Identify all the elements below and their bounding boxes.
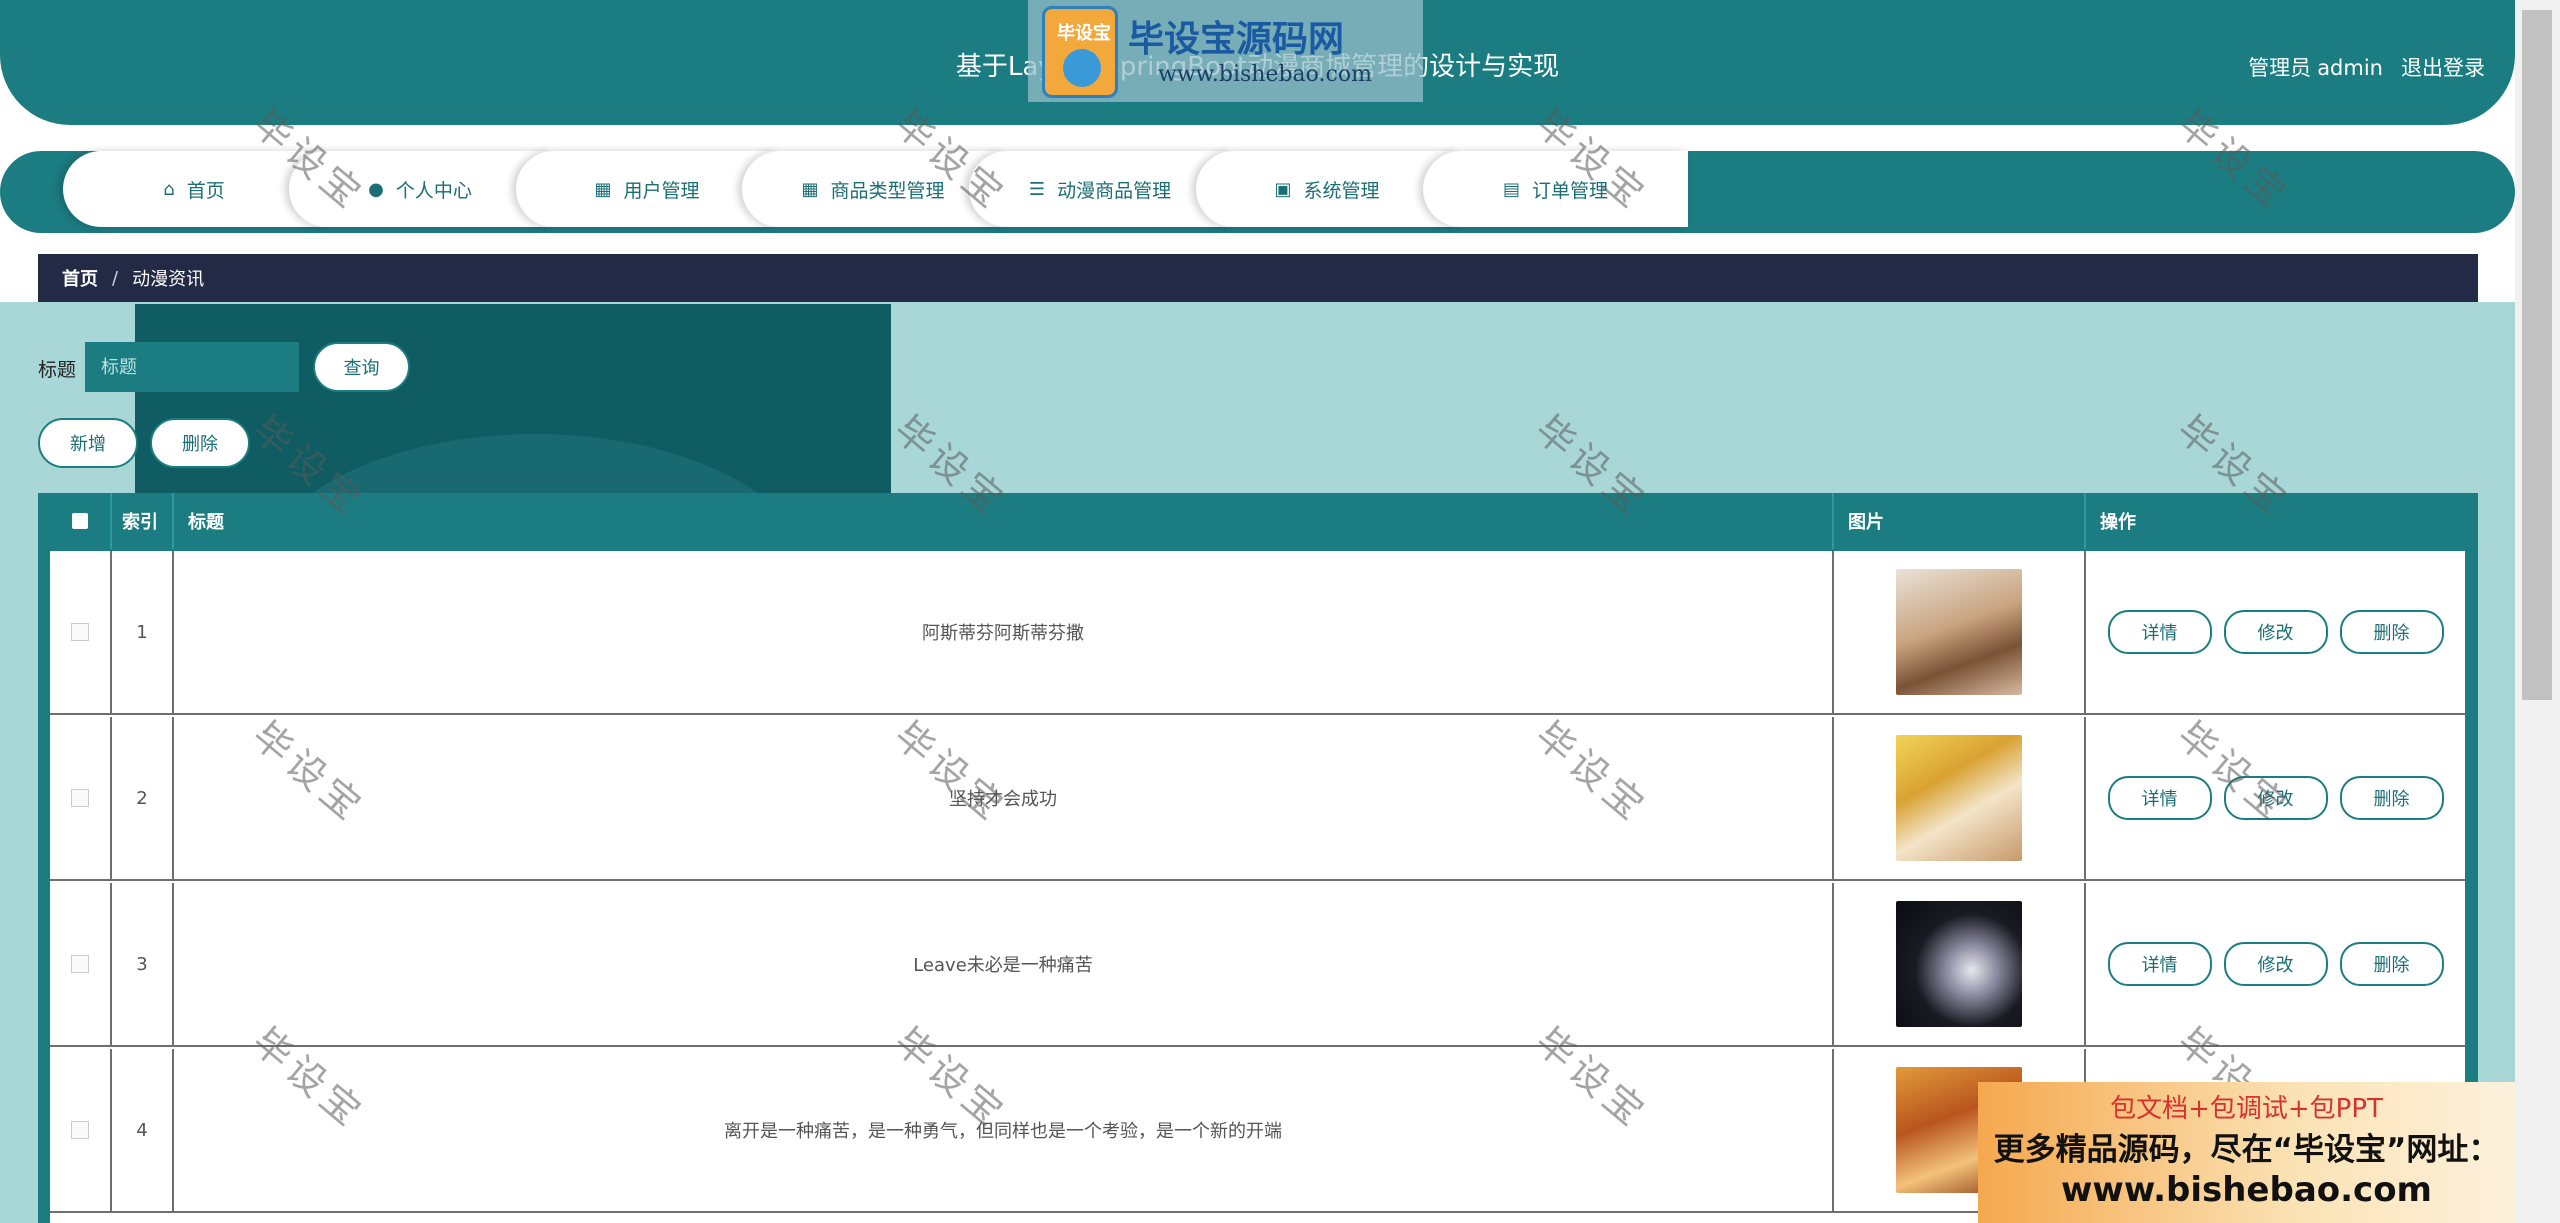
select-all-checkbox[interactable]: [72, 513, 88, 529]
promo-line-1: 包文档+包调试+包PPT: [2110, 1094, 2383, 1124]
edit-button[interactable]: 修改: [2223, 942, 2328, 986]
row-operations: 详情 修改 删除: [2086, 883, 2465, 1045]
product-thumbnail: [1896, 569, 2022, 695]
breadcrumb-separator: /: [112, 267, 119, 289]
globe-icon: [1063, 49, 1101, 87]
header-index: 索引: [112, 493, 174, 549]
header-select-cell: [50, 493, 112, 549]
edit-button[interactable]: 修改: [2223, 610, 2328, 654]
nav-item-label: 用户管理: [623, 179, 700, 202]
row-select-cell: [50, 551, 112, 713]
delete-button[interactable]: 删除: [2339, 610, 2444, 654]
batch-delete-button[interactable]: 删除: [150, 418, 250, 468]
nav-item-product-types[interactable]: ▦ 商品类型管理: [742, 151, 1004, 227]
nav-item-home[interactable]: ⌂ 首页: [63, 151, 325, 227]
nav-item-anime-products[interactable]: ☰ 动漫商品管理: [969, 151, 1231, 227]
breadcrumb-home[interactable]: 首页: [62, 265, 98, 291]
search-label: 标题: [38, 359, 77, 381]
nav-item-label: 动漫商品管理: [1057, 179, 1172, 202]
row-checkbox[interactable]: [71, 955, 89, 973]
detail-button[interactable]: 详情: [2107, 942, 2212, 986]
chat-icon: ▤: [1502, 178, 1520, 200]
row-operations: 详情 修改 删除: [2086, 717, 2465, 879]
table-header: 索引 标题 图片 操作: [50, 493, 2465, 549]
logo-badge-text: 毕设宝: [1057, 23, 1111, 44]
row-checkbox[interactable]: [71, 1121, 89, 1139]
scrollbar-thumb[interactable]: [2522, 10, 2552, 700]
delete-button[interactable]: 删除: [2339, 942, 2444, 986]
row-image-cell: [1834, 551, 2086, 713]
user-role: 管理员: [2248, 56, 2312, 80]
detail-button[interactable]: 详情: [2107, 610, 2212, 654]
breadcrumb: 首页 / 动漫资讯: [38, 254, 2478, 302]
table-row: 3 Leave未必是一种痛苦 详情 修改 删除: [50, 883, 2465, 1047]
row-title: 离开是一种痛苦，是一种勇气，但同样也是一个考验，是一个新的开端: [174, 1049, 1834, 1211]
promo-line-2: 更多精品源码，尽在“毕设宝”网址：: [1993, 1132, 2500, 1168]
home-icon: ⌂: [163, 178, 175, 200]
grid-icon: ▦: [801, 178, 819, 200]
logo-brand: 毕设宝源码网: [1128, 19, 1345, 60]
table-row: 2 坚持才会成功 详情 修改 删除: [50, 717, 2465, 881]
delete-button[interactable]: 删除: [2339, 776, 2444, 820]
decorative-panel: [135, 304, 891, 494]
header-title: 标题: [174, 493, 1834, 549]
row-index: 4: [112, 1049, 174, 1211]
row-checkbox[interactable]: [71, 623, 89, 641]
user-info: 管理员 admin 退出登录: [2242, 52, 2485, 82]
table-row: 1 阿斯蒂芬阿斯蒂芬撒 详情 修改 删除: [50, 551, 2465, 715]
row-title: 坚持才会成功: [174, 717, 1834, 879]
nav-item-orders[interactable]: ▤ 订单管理: [1423, 151, 1688, 227]
product-thumbnail: [1896, 735, 2022, 861]
nav-item-label: 系统管理: [1303, 179, 1380, 202]
header-image: 图片: [1834, 493, 2086, 549]
add-button[interactable]: 新增: [38, 418, 138, 468]
list-icon: ☰: [1028, 178, 1046, 200]
user-icon: ●: [368, 178, 384, 200]
username: admin: [2317, 56, 2383, 80]
row-image-cell: [1834, 883, 2086, 1045]
row-checkbox[interactable]: [71, 789, 89, 807]
promo-banner[interactable]: 包文档+包调试+包PPT 更多精品源码，尽在“毕设宝”网址： www.bishe…: [1978, 1082, 2515, 1223]
logo-url: www.bishebao.com: [1158, 62, 1372, 87]
promo-line-3: www.bishebao.com: [2061, 1170, 2432, 1210]
row-select-cell: [50, 1049, 112, 1211]
nav-item-system[interactable]: ▣ 系统管理: [1196, 151, 1458, 227]
nav-item-label: 商品类型管理: [830, 179, 945, 202]
query-button[interactable]: 查询: [313, 342, 410, 392]
grid-icon: ▦: [594, 178, 612, 200]
nav-item-profile[interactable]: ● 个人中心: [289, 151, 551, 227]
edit-button[interactable]: 修改: [2223, 776, 2328, 820]
breadcrumb-current: 动漫资讯: [132, 269, 205, 290]
wallet-icon: ▣: [1274, 178, 1292, 200]
row-index: 1: [112, 551, 174, 713]
row-index: 3: [112, 883, 174, 1045]
row-operations: 详情 修改 删除: [2086, 551, 2465, 713]
nav-item-label: 个人中心: [395, 179, 472, 202]
logo-badge: 毕设宝: [1042, 6, 1118, 98]
row-select-cell: [50, 717, 112, 879]
nav-item-label: 首页: [186, 179, 225, 202]
row-title: Leave未必是一种痛苦: [174, 883, 1834, 1045]
logout-link[interactable]: 退出登录: [2401, 56, 2485, 80]
row-title: 阿斯蒂芬阿斯蒂芬撒: [174, 551, 1834, 713]
title-search-input[interactable]: [85, 342, 299, 392]
nav-item-users[interactable]: ▦ 用户管理: [516, 151, 778, 227]
row-select-cell: [50, 883, 112, 1045]
product-thumbnail: [1896, 901, 2022, 1027]
header-operation: 操作: [2100, 512, 2136, 533]
row-image-cell: [1834, 717, 2086, 879]
detail-button[interactable]: 详情: [2107, 776, 2212, 820]
nav-item-label: 订单管理: [1532, 179, 1609, 202]
row-index: 2: [112, 717, 174, 879]
site-logo-watermark: 毕设宝 毕设宝源码网 www.bishebao.com: [1028, 0, 1423, 102]
